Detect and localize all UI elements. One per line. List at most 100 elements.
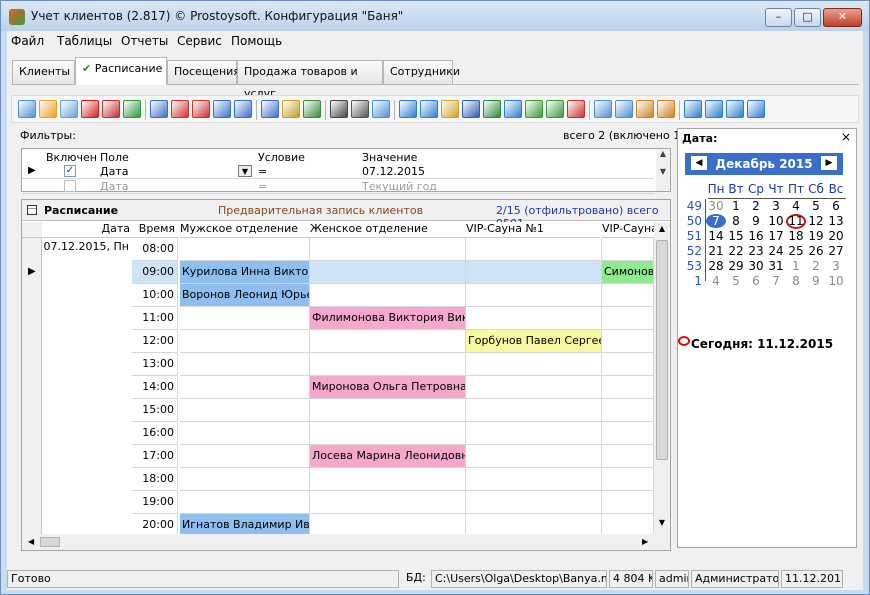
- filter-row[interactable]: ▶ ✓ Дата ▼ = 07.12.2015: [22, 164, 654, 179]
- schedule-cell[interactable]: [602, 330, 654, 353]
- calendar-day[interactable]: 12: [806, 214, 826, 228]
- next-month-button[interactable]: ▶: [821, 156, 837, 170]
- col-time[interactable]: Время: [132, 222, 178, 238]
- calendar-day[interactable]: 23: [746, 244, 766, 258]
- vertical-scrollbar[interactable]: ▲ ▼: [654, 222, 670, 534]
- calendar-day[interactable]: 6: [746, 274, 766, 288]
- schedule-cell[interactable]: [602, 353, 654, 376]
- booking-cell[interactable]: Воронов Леонид Юрьеви: [180, 284, 310, 307]
- tab-clients[interactable]: Клиенты: [12, 60, 75, 84]
- schedule-cell[interactable]: [602, 514, 654, 534]
- export2-icon[interactable]: [420, 100, 438, 118]
- copy-icon[interactable]: [60, 100, 78, 118]
- calendar-day[interactable]: 29: [726, 259, 746, 273]
- word-icon[interactable]: [462, 100, 480, 118]
- export4-icon[interactable]: [504, 100, 522, 118]
- next-icon[interactable]: [726, 100, 744, 118]
- scroll-up-icon[interactable]: ▲: [655, 224, 669, 233]
- schedule-cell[interactable]: [180, 468, 310, 491]
- maximize-button[interactable]: □: [794, 8, 821, 27]
- calendar-day[interactable]: 22: [726, 244, 746, 258]
- schedule-cell[interactable]: [602, 422, 654, 445]
- calendar-day[interactable]: 28: [706, 259, 726, 273]
- menu-tables[interactable]: Таблицы: [57, 34, 112, 48]
- calendar-month[interactable]: Декабрь 2015: [685, 157, 843, 171]
- schedule-cell[interactable]: [602, 399, 654, 422]
- calendar-day[interactable]: 30: [746, 259, 766, 273]
- calendar-day[interactable]: 4: [706, 274, 726, 288]
- calendar-day[interactable]: 20: [826, 229, 846, 243]
- calendar-day[interactable]: 21: [706, 244, 726, 258]
- schedule-cell[interactable]: [466, 284, 602, 307]
- filter-edit-icon[interactable]: [213, 100, 231, 118]
- calendar-day[interactable]: 27: [826, 244, 846, 258]
- calendar-day[interactable]: 13: [826, 214, 846, 228]
- print-icon[interactable]: [351, 100, 369, 118]
- excel-icon[interactable]: [483, 100, 501, 118]
- calendar-day[interactable]: 25: [786, 244, 806, 258]
- filter-remove-icon[interactable]: [171, 100, 189, 118]
- schedule-cell[interactable]: [602, 307, 654, 330]
- horizontal-scrollbar[interactable]: ◀ ▶: [22, 534, 670, 550]
- calendar-day[interactable]: 2: [806, 259, 826, 273]
- scroll-left-icon[interactable]: ◀: [28, 537, 34, 546]
- schedule-cell[interactable]: [466, 238, 602, 261]
- calendar-day[interactable]: 15: [726, 229, 746, 243]
- filter-value[interactable]: Текущий год: [362, 180, 437, 193]
- refresh-icon[interactable]: [123, 100, 141, 118]
- calendar-day[interactable]: 14: [706, 229, 726, 243]
- calendar-day[interactable]: 18: [786, 229, 806, 243]
- schedule-cell[interactable]: [310, 468, 466, 491]
- schedule-cell[interactable]: [466, 514, 602, 534]
- schedule-cell[interactable]: [602, 238, 654, 261]
- first-icon[interactable]: [684, 100, 702, 118]
- settings-icon[interactable]: [636, 100, 654, 118]
- filter-select-icon[interactable]: [234, 100, 252, 118]
- delete-all-icon[interactable]: [102, 100, 120, 118]
- schedule-cell[interactable]: [602, 468, 654, 491]
- schedule-cell[interactable]: [466, 261, 602, 284]
- schedule-cell[interactable]: [466, 307, 602, 330]
- schedule-cell[interactable]: [466, 376, 602, 399]
- columns-icon[interactable]: [615, 100, 633, 118]
- menu-service[interactable]: Сервис: [177, 34, 222, 48]
- hscroll-thumb[interactable]: [40, 537, 60, 547]
- schedule-cell[interactable]: [310, 514, 466, 534]
- schedule-cell[interactable]: [466, 422, 602, 445]
- new-record-icon[interactable]: [18, 100, 36, 118]
- calendar-day[interactable]: 9: [746, 214, 766, 228]
- menu-reports[interactable]: Отчеты: [121, 34, 168, 48]
- booking-cell[interactable]: Миронова Ольга Петровна: [310, 376, 466, 399]
- scroll-right-icon[interactable]: ▶: [642, 537, 648, 546]
- calendar-day[interactable]: 8: [786, 274, 806, 288]
- calendar-day[interactable]: 2: [746, 199, 766, 213]
- schedule-cell[interactable]: [180, 399, 310, 422]
- schedule-cell[interactable]: [602, 376, 654, 399]
- calendar-day[interactable]: 11: [786, 214, 806, 229]
- filter-enabled-checkbox[interactable]: ✓: [64, 165, 76, 177]
- filter-value[interactable]: 07.12.2015: [362, 165, 425, 178]
- tab-sales[interactable]: Продажа товаров и услуг: [237, 60, 383, 100]
- sql-icon[interactable]: [303, 100, 321, 118]
- schedule-cell[interactable]: [466, 353, 602, 376]
- xml-icon[interactable]: [546, 100, 564, 118]
- schedule-cell[interactable]: [180, 422, 310, 445]
- schedule-cell[interactable]: [310, 491, 466, 514]
- schedule-cell[interactable]: [180, 353, 310, 376]
- tab-visits[interactable]: Посещения: [167, 60, 240, 84]
- filter-row[interactable]: Дата = Текущий год: [22, 179, 654, 194]
- options-icon[interactable]: [657, 100, 675, 118]
- minimize-button[interactable]: –: [765, 8, 792, 27]
- schedule-cell[interactable]: [466, 491, 602, 514]
- filter-icon[interactable]: [150, 100, 168, 118]
- scroll-down-icon[interactable]: ▼: [655, 518, 669, 527]
- calendar-day[interactable]: 4: [786, 199, 806, 213]
- calendar-day[interactable]: 3: [826, 259, 846, 273]
- calendar-day[interactable]: 1: [786, 259, 806, 273]
- find-icon[interactable]: [330, 100, 348, 118]
- schedule-cell[interactable]: [310, 261, 466, 284]
- close-button[interactable]: ✕: [823, 8, 862, 27]
- filter-scrollbar[interactable]: ▲ ▼: [656, 149, 670, 191]
- schedule-cell[interactable]: [180, 376, 310, 399]
- schedule-grid[interactable]: Дата Время Мужское отделение Женское отд…: [22, 222, 654, 534]
